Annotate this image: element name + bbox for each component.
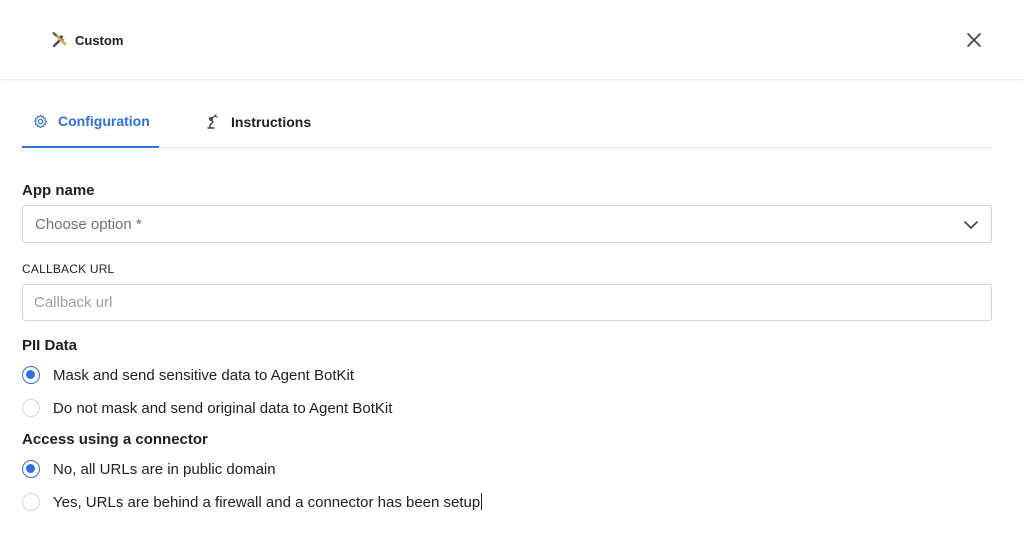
connector-option-public[interactable]: No, all URLs are in public domain [22,458,276,480]
radio-button[interactable] [22,493,40,511]
callback-url-input[interactable] [22,284,992,321]
tab-bar: Configuration Instructions [22,96,992,148]
app-name-placeholder: Choose option * [35,216,142,233]
tab-configuration[interactable]: Configuration [22,96,159,148]
tools-icon [51,31,69,49]
modal-title: Custom [51,31,123,49]
connector-option-firewall-text: Yes, URLs are behind a firewall and a co… [53,493,483,511]
chevron-down-icon [964,221,978,229]
pii-option-mask-text: Mask and send sensitive data to Agent Bo… [53,366,355,384]
pii-option-no-mask-text: Do not mask and send original data to Ag… [53,399,393,417]
app-name-select[interactable]: Choose option * [22,205,992,243]
tab-configuration-label: Configuration [58,113,150,129]
radio-button[interactable] [22,399,40,417]
text-cursor [481,493,483,510]
pii-data-label: PII Data [22,337,78,354]
connector-option-firewall[interactable]: Yes, URLs are behind a firewall and a co… [22,491,483,513]
app-name-label: App name [22,182,95,199]
close-icon [967,33,981,47]
tab-instructions-label: Instructions [231,114,312,130]
tab-instructions[interactable]: Instructions [205,96,311,148]
connector-option-public-text: No, all URLs are in public domain [53,460,276,478]
callback-url-label: CALLBACK URL [22,262,115,276]
robot-arm-icon [207,114,218,129]
pii-option-mask[interactable]: Mask and send sensitive data to Agent Bo… [22,364,354,386]
radio-button-checked[interactable] [22,366,40,384]
gear-icon [34,114,47,128]
close-button[interactable] [962,28,986,52]
modal-title-text: Custom [75,32,124,48]
modal-header: Custom [0,0,1024,80]
connector-option-firewall-label: Yes, URLs are behind a firewall and a co… [53,494,481,511]
pii-option-no-mask[interactable]: Do not mask and send original data to Ag… [22,397,392,419]
connector-label: Access using a connector [22,431,208,448]
radio-button-checked[interactable] [22,460,40,478]
